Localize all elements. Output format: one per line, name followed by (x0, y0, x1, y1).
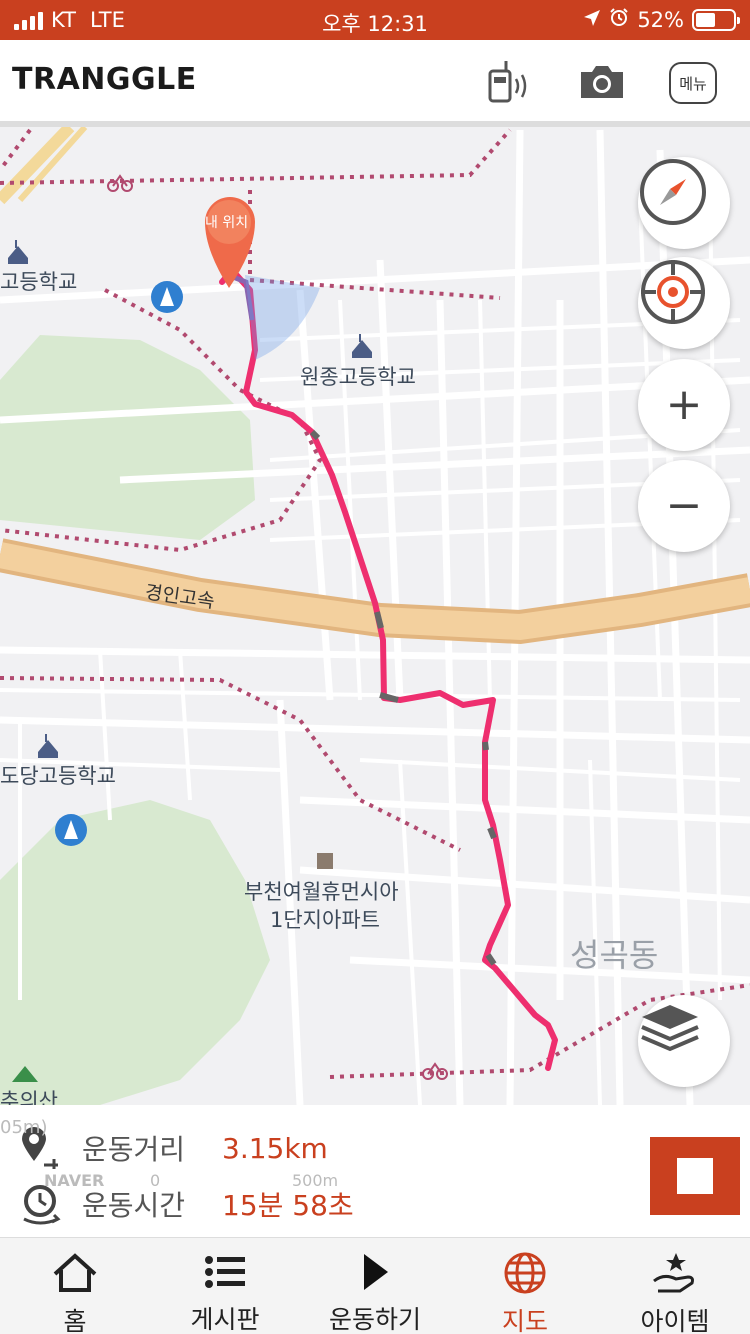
tab-map[interactable]: 지도 (450, 1238, 600, 1334)
park-marker-icon (55, 814, 87, 846)
stop-workout-button[interactable] (650, 1137, 740, 1215)
location-pin-icon (205, 197, 255, 288)
home-icon (53, 1253, 97, 1292)
distance-row: 운동거리 3.15km (18, 1125, 328, 1171)
compass-icon (640, 159, 706, 225)
app-logo: TRANGGLE (12, 62, 197, 97)
compass-button[interactable] (638, 157, 730, 249)
map-label-school: 도당고등학교 (0, 764, 116, 788)
layers-icon (641, 1005, 699, 1052)
tab-label: 운동하기 (328, 1305, 421, 1334)
map-label-school: 고등학교 (0, 270, 78, 294)
crosshair-icon (641, 260, 705, 324)
battery-icon (692, 8, 740, 31)
distance-label: 운동거리 (82, 1133, 186, 1166)
camera-icon (581, 66, 623, 98)
app-header: TRANGGLE 메뉴 (0, 40, 750, 124)
tab-board[interactable]: 게시판 (150, 1238, 300, 1334)
tab-label: 게시판 (190, 1305, 260, 1334)
map-label-mountain: 추의산 (0, 1089, 58, 1105)
camera-button[interactable] (574, 58, 630, 106)
school-icon (38, 734, 58, 758)
map-label-apartment: 부천여월휴먼시아 (244, 880, 399, 904)
walkie-talkie-icon (488, 61, 527, 103)
map-view[interactable]: 내 위치 고등학교 원종고등학교 도당고등학교 경인고속 부천여월휴먼시아 1단… (0, 127, 750, 1105)
my-location-button[interactable] (638, 257, 730, 349)
zoom-out-button[interactable]: − (638, 460, 730, 552)
tab-label: 아이템 (640, 1307, 710, 1334)
park-area (0, 800, 270, 1105)
distance-value: 3.15km (222, 1131, 328, 1165)
location-arrow-icon (583, 8, 601, 32)
minus-icon: − (665, 480, 703, 531)
time-value: 15분 58초 (222, 1189, 354, 1222)
menu-button[interactable]: 메뉴 (669, 62, 717, 104)
walkie-talkie-button[interactable] (480, 58, 540, 106)
bottom-tab-bar: 홈 게시판 운동하기 지도 아이템 (0, 1237, 750, 1334)
my-location-label: 내 위치 (205, 215, 249, 231)
tab-home[interactable]: 홈 (0, 1238, 150, 1334)
battery-percent: 52% (637, 7, 684, 32)
scale-label: 500m (292, 1171, 339, 1190)
item-hand-icon (653, 1253, 694, 1293)
play-icon (364, 1254, 388, 1290)
heading-cone (245, 275, 320, 360)
globe-icon (504, 1252, 546, 1294)
apartment-icon (317, 853, 333, 869)
map-label-school: 원종고등학교 (300, 365, 416, 389)
naver-logo: NAVER (44, 1171, 105, 1190)
scale-zero-label: 0 (150, 1171, 161, 1190)
alarm-icon (609, 7, 629, 32)
map-label-apartment: 1단지아파트 (270, 908, 380, 932)
plus-icon: + (665, 379, 703, 430)
tab-workout[interactable]: 운동하기 (300, 1238, 450, 1334)
park-marker-icon (151, 281, 183, 313)
tab-items[interactable]: 아이템 (600, 1238, 750, 1334)
layers-button[interactable] (638, 995, 730, 1087)
mountain-height-label: 05m) (0, 1117, 48, 1138)
tab-label: 홈 (63, 1307, 87, 1334)
stop-icon (677, 1158, 713, 1194)
map-label-district: 성곡동 (570, 936, 659, 974)
workout-info-panel: 운동거리 3.15km 운동시간 15분 58초 NAVER 0 500m 05… (0, 1105, 750, 1237)
park-area (0, 335, 255, 540)
time-label: 운동시간 (82, 1189, 186, 1222)
zoom-in-button[interactable]: + (638, 359, 730, 451)
list-icon (205, 1256, 245, 1288)
bicycle-icon (107, 174, 133, 192)
status-bar: KT LTE 오후 12:31 52% (0, 0, 750, 40)
school-icon (8, 240, 28, 264)
tab-label: 지도 (501, 1307, 548, 1334)
